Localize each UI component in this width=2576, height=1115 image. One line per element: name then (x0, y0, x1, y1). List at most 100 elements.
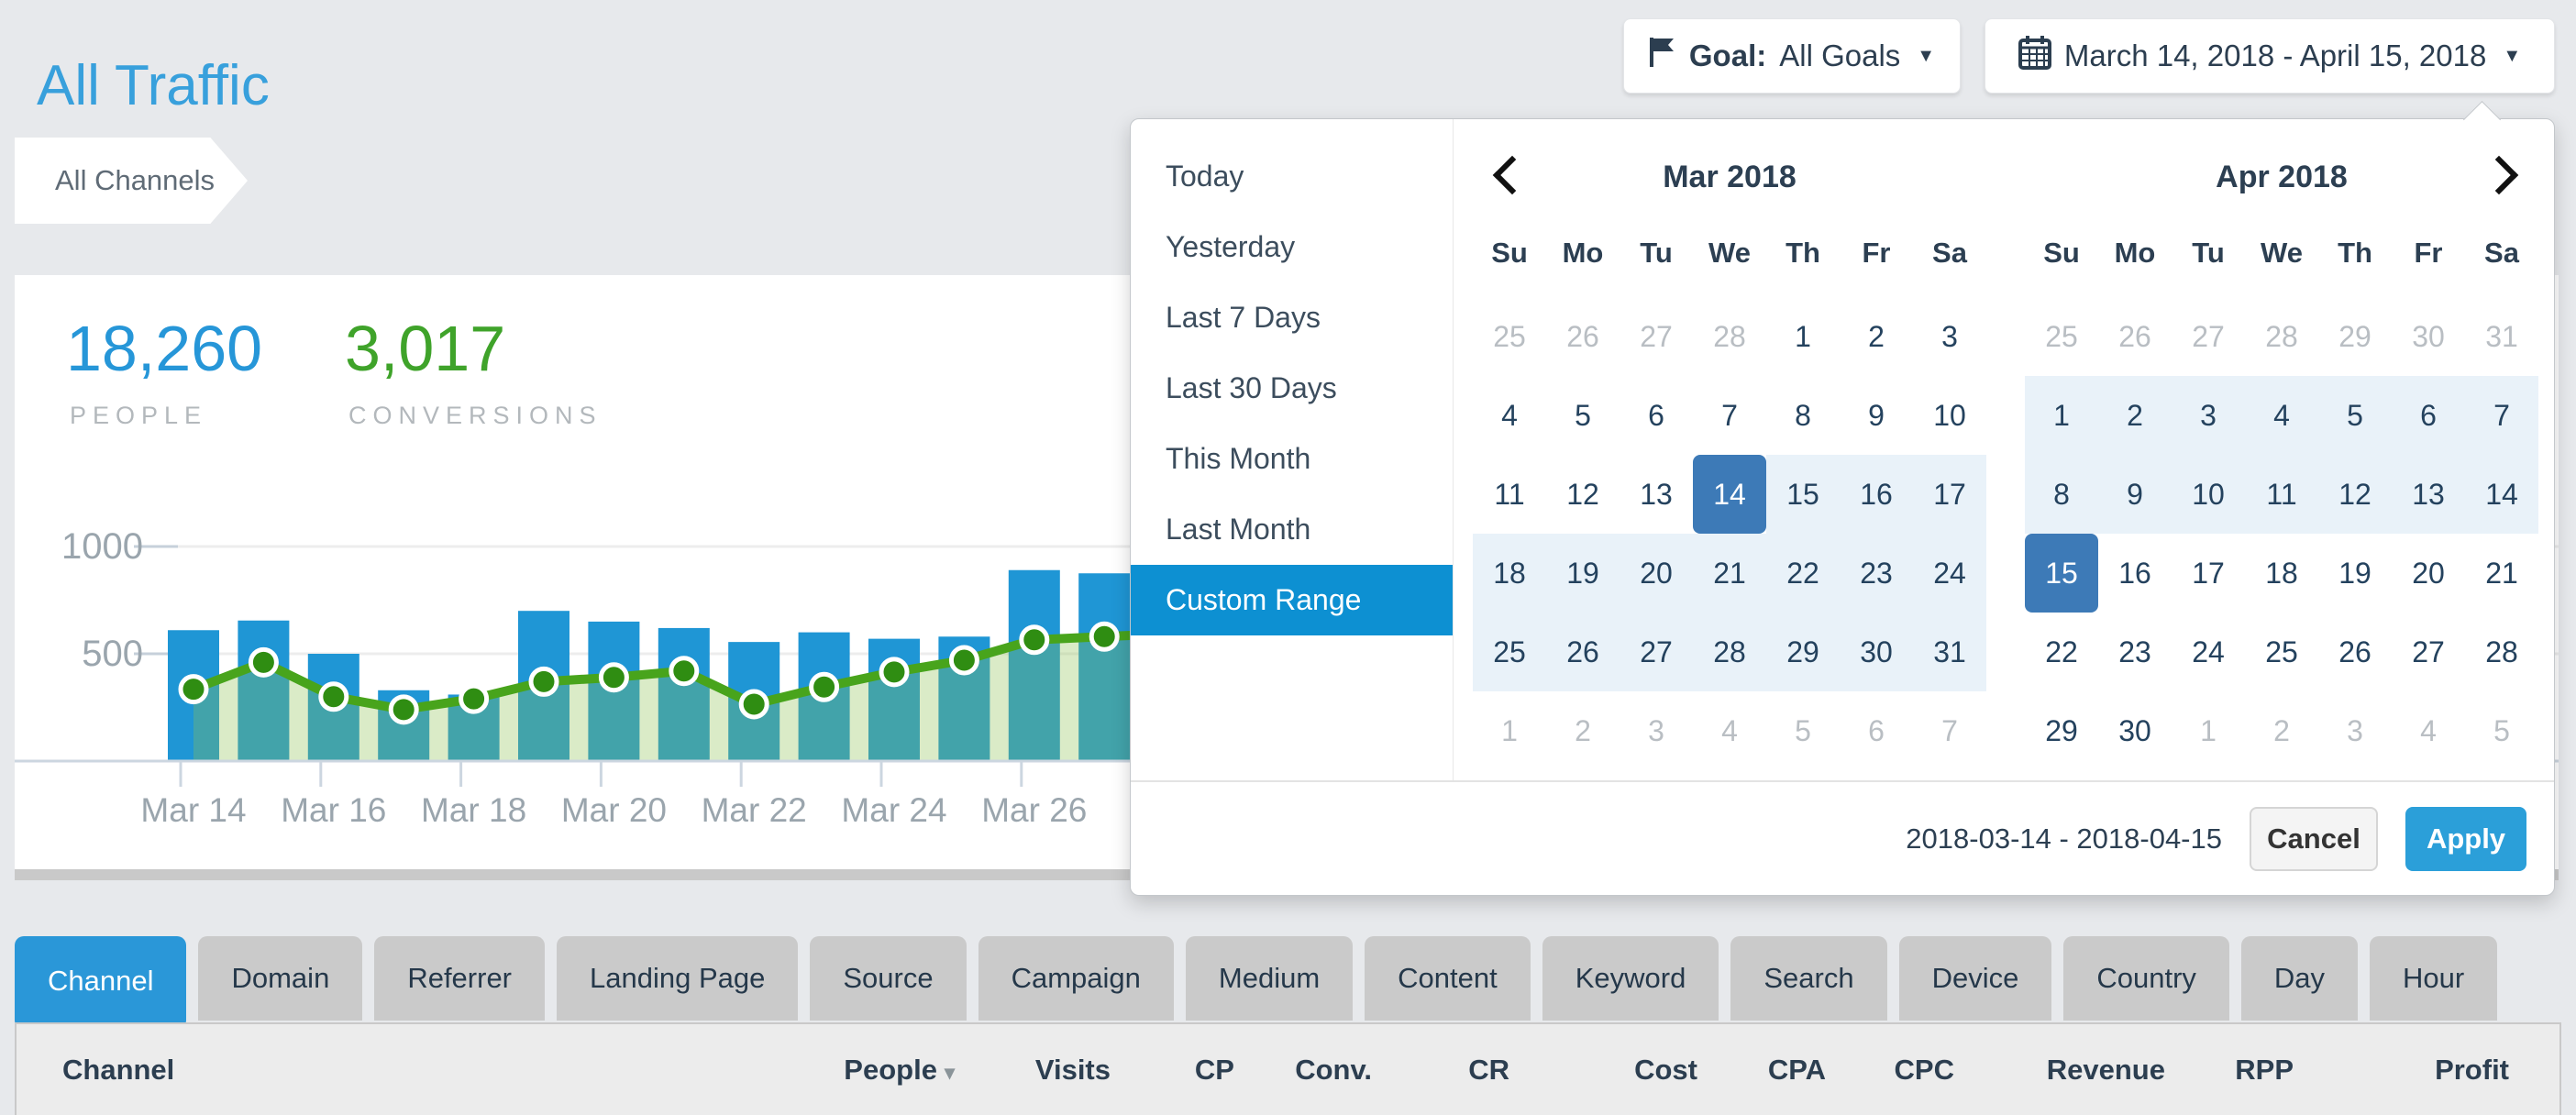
day-cell[interactable]: 25 (1473, 297, 1546, 376)
day-cell[interactable]: 7 (2465, 376, 2538, 455)
preset-last-month[interactable]: Last Month (1131, 494, 1453, 565)
day-cell[interactable]: 13 (2392, 455, 2465, 534)
tab-search[interactable]: Search (1730, 936, 1886, 1021)
tab-device[interactable]: Device (1899, 936, 2052, 1021)
prev-month-icon[interactable] (1493, 156, 1531, 194)
day-cell[interactable]: 18 (2245, 534, 2318, 613)
day-cell[interactable]: 9 (2098, 455, 2172, 534)
day-cell[interactable]: 12 (1546, 455, 1620, 534)
day-cell[interactable]: 21 (2465, 534, 2538, 613)
tab-keyword[interactable]: Keyword (1542, 936, 1719, 1021)
breadcrumb-channel-tag[interactable]: All Channels (15, 138, 248, 224)
cancel-button[interactable]: Cancel (2250, 807, 2378, 871)
day-cell[interactable]: 2 (1546, 691, 1620, 770)
day-cell[interactable]: 3 (1620, 691, 1693, 770)
preset-last-7-days[interactable]: Last 7 Days (1131, 282, 1453, 353)
day-cell[interactable]: 20 (2392, 534, 2465, 613)
day-cell[interactable]: 24 (1913, 534, 1986, 613)
tab-landing-page[interactable]: Landing Page (557, 936, 798, 1021)
day-cell[interactable]: 28 (1693, 613, 1766, 691)
preset-this-month[interactable]: This Month (1131, 424, 1453, 494)
tab-hour[interactable]: Hour (2370, 936, 2497, 1021)
day-cell[interactable]: 4 (2245, 376, 2318, 455)
day-cell[interactable]: 23 (2098, 613, 2172, 691)
day-cell[interactable]: 14 (1693, 455, 1766, 534)
day-cell[interactable]: 31 (2465, 297, 2538, 376)
day-cell[interactable]: 16 (1840, 455, 1913, 534)
day-cell[interactable]: 6 (2392, 376, 2465, 455)
day-cell[interactable]: 18 (1473, 534, 1546, 613)
day-cell[interactable]: 27 (1620, 297, 1693, 376)
day-cell[interactable]: 7 (1693, 376, 1766, 455)
day-cell[interactable]: 10 (1913, 376, 1986, 455)
column-header-conv[interactable]: Conv. (1234, 1054, 1372, 1087)
day-cell[interactable]: 28 (2465, 613, 2538, 691)
goal-selector-button[interactable]: Goal: All Goals ▼ (1623, 18, 1961, 94)
day-cell[interactable]: 22 (2025, 613, 2098, 691)
day-cell[interactable]: 14 (2465, 455, 2538, 534)
day-cell[interactable]: 5 (1766, 691, 1840, 770)
day-cell[interactable]: 29 (2025, 691, 2098, 770)
tab-country[interactable]: Country (2063, 936, 2229, 1021)
column-header-profit[interactable]: Profit (2294, 1054, 2509, 1087)
tab-campaign[interactable]: Campaign (978, 936, 1174, 1021)
day-cell[interactable]: 20 (1620, 534, 1693, 613)
day-cell[interactable]: 8 (1766, 376, 1840, 455)
day-cell[interactable]: 19 (1546, 534, 1620, 613)
day-cell[interactable]: 11 (1473, 455, 1546, 534)
day-cell[interactable]: 26 (2098, 297, 2172, 376)
day-cell[interactable]: 2 (1840, 297, 1913, 376)
day-cell[interactable]: 28 (2245, 297, 2318, 376)
day-cell[interactable]: 22 (1766, 534, 1840, 613)
column-header-cr[interactable]: CR (1372, 1054, 1509, 1087)
day-cell[interactable]: 2 (2098, 376, 2172, 455)
column-header-rpp[interactable]: RPP (2165, 1054, 2294, 1087)
apply-button[interactable]: Apply (2405, 807, 2526, 871)
column-header-cost[interactable]: Cost (1509, 1054, 1697, 1087)
day-cell[interactable]: 4 (1693, 691, 1766, 770)
day-cell[interactable]: 26 (2318, 613, 2392, 691)
next-month-icon[interactable] (2480, 156, 2518, 194)
day-cell[interactable]: 2 (2245, 691, 2318, 770)
preset-last-30-days[interactable]: Last 30 Days (1131, 353, 1453, 424)
day-cell[interactable]: 6 (1620, 376, 1693, 455)
day-cell[interactable]: 26 (1546, 297, 1620, 376)
day-cell[interactable]: 5 (1546, 376, 1620, 455)
day-cell[interactable]: 15 (2025, 534, 2098, 613)
day-cell[interactable]: 6 (1840, 691, 1913, 770)
day-cell[interactable]: 31 (1913, 613, 1986, 691)
day-cell[interactable]: 1 (1766, 297, 1840, 376)
day-cell[interactable]: 27 (1620, 613, 1693, 691)
day-cell[interactable]: 3 (1913, 297, 1986, 376)
day-cell[interactable]: 19 (2318, 534, 2392, 613)
day-cell[interactable]: 17 (2172, 534, 2245, 613)
day-cell[interactable]: 7 (1913, 691, 1986, 770)
day-cell[interactable]: 1 (2172, 691, 2245, 770)
day-cell[interactable]: 29 (2318, 297, 2392, 376)
day-cell[interactable]: 3 (2318, 691, 2392, 770)
day-cell[interactable]: 3 (2172, 376, 2245, 455)
column-header-cp[interactable]: CP (1111, 1054, 1234, 1087)
day-cell[interactable]: 27 (2392, 613, 2465, 691)
tab-medium[interactable]: Medium (1186, 936, 1353, 1021)
day-cell[interactable]: 21 (1693, 534, 1766, 613)
day-cell[interactable]: 13 (1620, 455, 1693, 534)
column-header-visits[interactable]: Visits (955, 1054, 1111, 1087)
day-cell[interactable]: 5 (2465, 691, 2538, 770)
tab-source[interactable]: Source (810, 936, 966, 1021)
day-cell[interactable]: 9 (1840, 376, 1913, 455)
day-cell[interactable]: 1 (1473, 691, 1546, 770)
date-range-button[interactable]: March 14, 2018 - April 15, 2018 ▼ (1985, 18, 2555, 94)
column-header-cpa[interactable]: CPA (1697, 1054, 1826, 1087)
day-cell[interactable]: 11 (2245, 455, 2318, 534)
tab-channel[interactable]: Channel (15, 936, 186, 1026)
column-header-cpc[interactable]: CPC (1826, 1054, 1954, 1087)
column-header-channel[interactable]: Channel (17, 1054, 757, 1087)
tab-domain[interactable]: Domain (198, 936, 362, 1021)
tab-referrer[interactable]: Referrer (374, 936, 545, 1021)
day-cell[interactable]: 25 (2025, 297, 2098, 376)
day-cell[interactable]: 23 (1840, 534, 1913, 613)
preset-yesterday[interactable]: Yesterday (1131, 212, 1453, 282)
day-cell[interactable]: 16 (2098, 534, 2172, 613)
day-cell[interactable]: 1 (2025, 376, 2098, 455)
